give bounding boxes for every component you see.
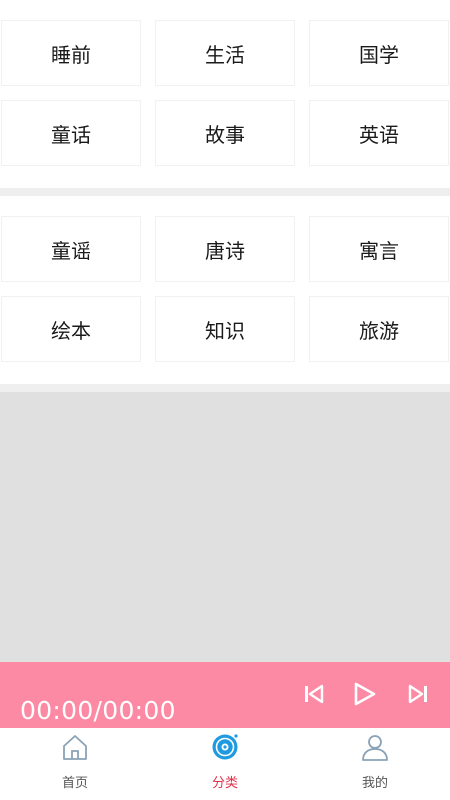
previous-icon[interactable]: [300, 680, 328, 708]
section-divider: [0, 188, 450, 196]
playback-time: 00:00/00:00: [20, 696, 176, 725]
category-grid-1: 睡前 生活 国学 童话 故事 英语: [0, 0, 450, 188]
category-sleep[interactable]: 睡前: [1, 20, 141, 86]
category-fable[interactable]: 寓言: [309, 216, 449, 282]
content-placeholder: [0, 392, 450, 662]
tab-home[interactable]: 首页: [0, 728, 150, 800]
category-english[interactable]: 英语: [309, 100, 449, 166]
category-travel[interactable]: 旅游: [309, 296, 449, 362]
category-disc-icon: [210, 732, 240, 762]
next-icon[interactable]: [404, 680, 432, 708]
audio-player-bar: 00:00/00:00: [0, 662, 450, 728]
tab-home-label: 首页: [61, 776, 88, 791]
tab-category[interactable]: 分类: [150, 728, 300, 800]
category-nursery-rhyme[interactable]: 童谣: [1, 216, 141, 282]
home-icon: [60, 732, 90, 762]
category-tang-poetry[interactable]: 唐诗: [155, 216, 295, 282]
category-knowledge[interactable]: 知识: [155, 296, 295, 362]
category-fairy-tale[interactable]: 童话: [1, 100, 141, 166]
category-story[interactable]: 故事: [155, 100, 295, 166]
tab-mine-label: 我的: [361, 776, 388, 791]
category-picture-book[interactable]: 绘本: [1, 296, 141, 362]
category-life[interactable]: 生活: [155, 20, 295, 86]
tab-category-label: 分类: [211, 776, 238, 791]
category-grid-2: 童谣 唐诗 寓言 绘本 知识 旅游: [0, 196, 450, 384]
user-icon: [360, 732, 390, 762]
category-chinese-classics[interactable]: 国学: [309, 20, 449, 86]
bottom-tab-bar: 首页 分类 我的: [0, 728, 450, 800]
tab-mine[interactable]: 我的: [300, 728, 450, 800]
section-divider: [0, 384, 450, 392]
play-icon[interactable]: [350, 680, 378, 708]
